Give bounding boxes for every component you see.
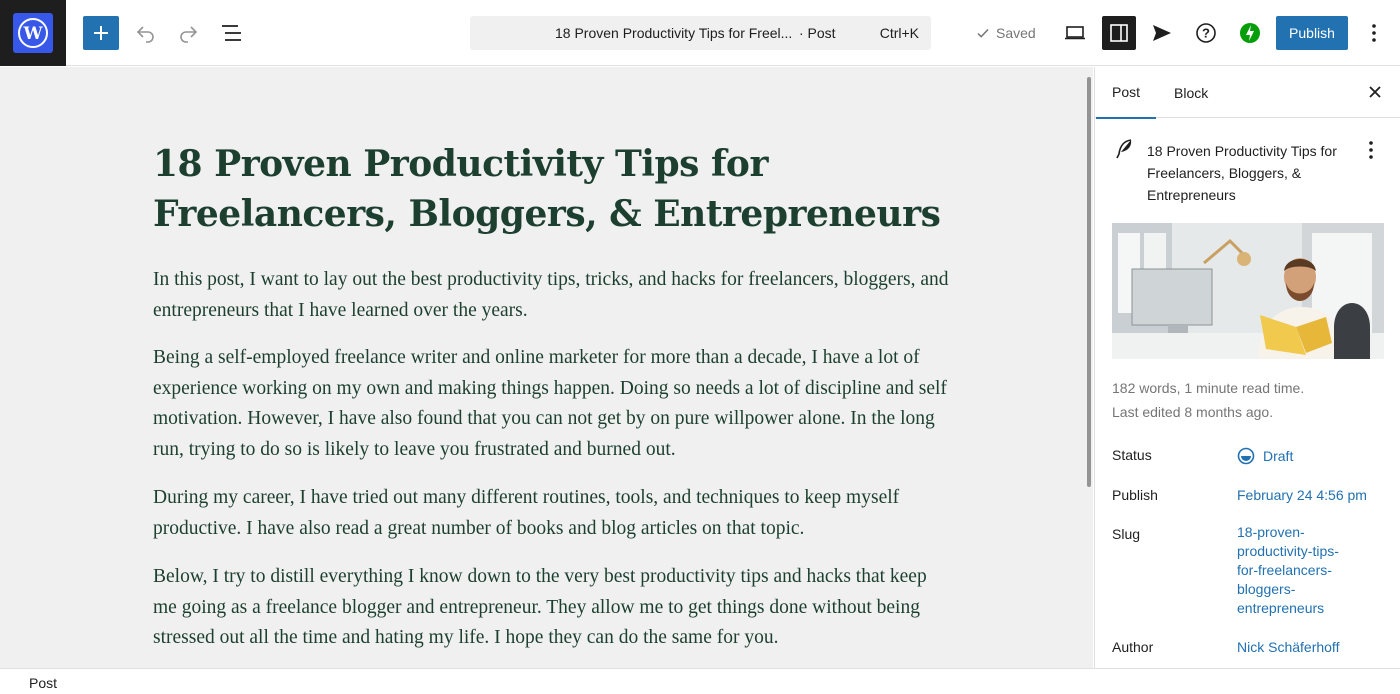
help-icon: ? xyxy=(1196,23,1216,43)
last-edited: Last edited 8 months ago. xyxy=(1112,404,1274,420)
saved-label: Saved xyxy=(996,25,1036,41)
canvas-scrollbar[interactable] xyxy=(1087,77,1091,487)
add-block-button[interactable] xyxy=(83,16,119,50)
author-label: Author xyxy=(1112,639,1154,655)
command-shortcut: Ctrl+K xyxy=(879,25,919,41)
wordpress-logo-button[interactable]: W xyxy=(0,0,66,66)
svg-text:W: W xyxy=(22,24,43,44)
saved-state: Saved xyxy=(976,25,1036,41)
wordpress-logo-icon: W xyxy=(13,13,53,53)
paragraph-block[interactable]: Below, I try to distill everything I kno… xyxy=(153,562,953,654)
sidebar-tabs: Post Block xyxy=(1095,67,1400,119)
close-sidebar-button[interactable] xyxy=(1361,78,1389,106)
settings-toggle-button[interactable] xyxy=(1102,16,1136,50)
featured-image[interactable] xyxy=(1112,223,1384,359)
tab-post[interactable]: Post xyxy=(1096,67,1157,119)
editor-canvas[interactable]: 18 Proven Productivity Tips for Freelanc… xyxy=(0,67,1093,668)
document-overview-button[interactable] xyxy=(216,17,248,49)
jetpack-social-button[interactable] xyxy=(1146,17,1178,49)
author-button[interactable]: Nick Schäferhoff xyxy=(1237,639,1339,655)
status-label: Status xyxy=(1112,447,1152,463)
undo-button[interactable] xyxy=(130,17,162,49)
breadcrumb[interactable]: Post xyxy=(29,675,57,691)
command-palette-bar[interactable]: 18 Proven Productivity Tips for Freel...… xyxy=(470,16,931,50)
list-view-icon xyxy=(222,25,241,41)
desktop-view-icon xyxy=(1065,26,1085,40)
slug-label: Slug xyxy=(1112,526,1141,542)
tab-block[interactable]: Block xyxy=(1158,67,1224,118)
settings-sidebar: Post Block 18 Proven Productivity Tips f… xyxy=(1094,67,1400,668)
post-meta: 182 words, 1 minute read time. Last edit… xyxy=(1112,376,1304,424)
publish-date-button[interactable]: February 24 4:56 pm xyxy=(1237,487,1367,503)
redo-icon xyxy=(180,26,198,43)
post-title[interactable]: 18 Proven Productivity Tips for Freelanc… xyxy=(153,139,953,239)
paragraph-block[interactable]: Being a self-employed freelance writer a… xyxy=(153,343,953,465)
post-card-title: 18 Proven Productivity Tips for Freelanc… xyxy=(1147,143,1337,203)
document-type: · Post xyxy=(799,25,836,41)
word-count: 182 words, 1 minute read time. xyxy=(1112,380,1305,396)
paragraph-block[interactable]: During my career, I have tried out many … xyxy=(153,483,953,544)
post-actions-button[interactable] xyxy=(1361,138,1381,162)
draft-status-icon xyxy=(1237,447,1255,465)
paragraph-block[interactable]: In this post, I want to lay out the best… xyxy=(153,265,953,326)
close-icon xyxy=(1369,86,1381,98)
plus-icon xyxy=(94,26,108,40)
publish-button[interactable]: Publish xyxy=(1276,16,1348,50)
sidebar-settings-icon xyxy=(1110,24,1128,42)
options-button[interactable] xyxy=(1360,17,1388,49)
view-mode-button[interactable] xyxy=(1059,17,1091,49)
feather-icon xyxy=(1115,138,1135,160)
status-button[interactable]: Draft xyxy=(1237,447,1293,465)
svg-text:?: ? xyxy=(1202,26,1210,41)
send-icon xyxy=(1153,25,1171,41)
status-value: Draft xyxy=(1263,448,1294,464)
redo-button[interactable] xyxy=(172,17,204,49)
more-vertical-icon xyxy=(1372,24,1376,42)
more-vertical-icon xyxy=(1369,141,1373,159)
document-title: 18 Proven Productivity Tips for Freel... xyxy=(555,25,793,41)
slug-button[interactable]: 18-proven-productivity-tips-for-freelanc… xyxy=(1237,523,1367,618)
editor-header: W 18 Proven Productivity Tips for Freel.… xyxy=(0,0,1400,66)
undo-icon xyxy=(136,26,154,43)
publish-date-label: Publish xyxy=(1112,487,1158,503)
editor-footer: Post xyxy=(0,668,1400,694)
jetpack-icon xyxy=(1240,23,1260,43)
help-button[interactable]: ? xyxy=(1190,17,1222,49)
jetpack-button[interactable] xyxy=(1234,17,1266,49)
check-icon xyxy=(977,28,989,38)
